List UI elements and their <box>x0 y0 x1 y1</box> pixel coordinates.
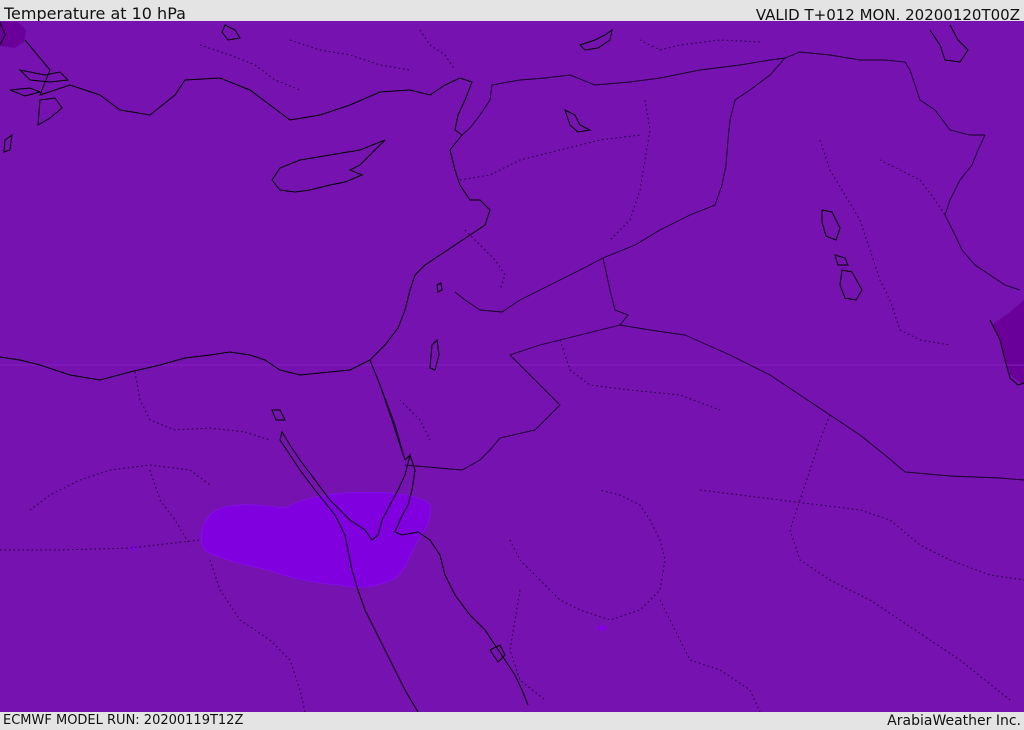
model-run-label: ECMWF MODEL RUN: 20200119T12Z <box>3 713 244 728</box>
footer-bar: ECMWF MODEL RUN: 20200119T12Z ArabiaWeat… <box>0 712 1024 729</box>
warm-spot <box>597 625 607 631</box>
header-bar: Temperature at 10 hPa VALID T+012 MON. 2… <box>0 0 1024 24</box>
credit-label: ArabiaWeather Inc. <box>887 713 1021 729</box>
weather-map[interactable] <box>0 21 1024 712</box>
warm-spot <box>129 546 137 550</box>
map-canvas <box>0 21 1024 712</box>
